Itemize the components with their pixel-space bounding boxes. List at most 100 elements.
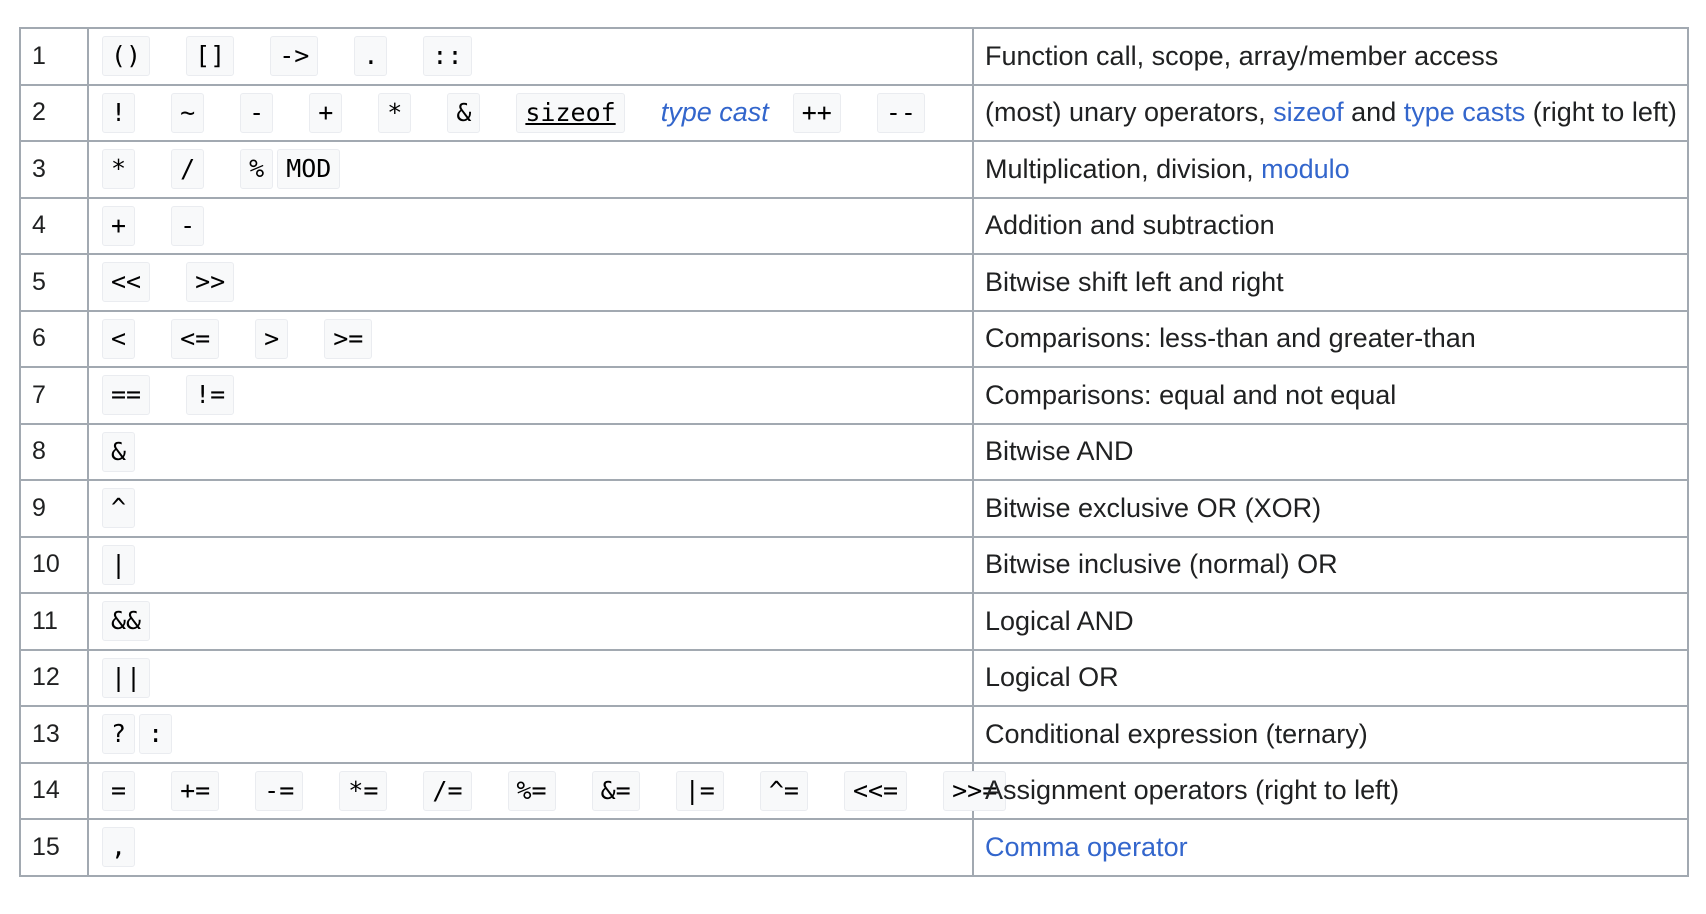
operator-token: ^= (759, 770, 808, 811)
operator-token: - (240, 92, 274, 133)
description-cell: Assignment operators (right to left) (972, 761, 1689, 820)
description-link[interactable]: modulo (1261, 154, 1350, 184)
table-row: 1 () [] ->.:: Function call, scope, array/me… (19, 27, 1689, 86)
operator-token: || (102, 657, 151, 698)
description-link[interactable]: Comma operator (985, 832, 1188, 862)
precedence-number: 2 (19, 83, 89, 142)
operator-precedence-table: 1()[] ->.:: Function call, scope, array/me… (19, 27, 1689, 877)
operator-token: += (171, 770, 220, 811)
operators-cell: == != (87, 366, 974, 425)
precedence-number: 12 (19, 648, 89, 707)
table-row: 4 + - Addition and subtraction (19, 196, 1689, 255)
operator-token: sizeof (516, 92, 625, 133)
operator-token: * (102, 149, 136, 190)
operator-token: && (102, 601, 151, 642)
operator-token: *= (339, 770, 388, 811)
operator-token: ! (102, 92, 136, 133)
operator-token: >= (324, 318, 373, 359)
operator-token: & (102, 431, 136, 472)
table-row: 14 = += -= *=/= %= &= |= ^= <<= >>= Assignment oper… (19, 761, 1689, 820)
operator-token: <= (171, 318, 220, 359)
operator-token: -> (270, 36, 319, 77)
operators-cell: | (87, 535, 974, 594)
operator-token: = (102, 770, 136, 811)
operator-token: ^ (102, 488, 136, 529)
operator-token: MOD (277, 149, 341, 190)
precedence-number: 10 (19, 535, 89, 594)
table-row: 6 < <= > >= Comparisons: less-than and greate… (19, 309, 1689, 368)
description-text: Function call, scope, array/member acces… (985, 40, 1499, 71)
table-row: 5 << >> Bitwise shift left and right (19, 253, 1689, 312)
description-text: Assignment operators (right to left) (985, 775, 1400, 806)
operator-token: == (102, 375, 151, 416)
precedence-number: 11 (19, 592, 89, 651)
operator-token: * (378, 92, 412, 133)
operator-token: + (102, 205, 136, 246)
operator-token: ++ (792, 92, 841, 133)
table-row: 3 * /% MOD Multiplication, division, modulo (19, 140, 1689, 199)
operator-token: () (102, 36, 151, 77)
description-text: Logical AND (985, 605, 1134, 636)
description-cell: Function call, scope, array/member acces… (972, 27, 1689, 86)
description-cell: Bitwise AND (972, 422, 1689, 481)
description-text: Bitwise shift left and right (985, 266, 1284, 297)
description-link[interactable]: sizeof (1273, 97, 1344, 127)
operator-token: : (139, 714, 173, 755)
operator-token: << (102, 262, 151, 303)
description-cell: Logical OR (972, 648, 1689, 707)
description-text: Comparisons: equal and not equal (985, 379, 1397, 410)
description-text: Bitwise inclusive (normal) OR (985, 549, 1338, 580)
table-row: 11 && Logical AND (19, 592, 1689, 651)
precedence-number: 15 (19, 818, 89, 877)
operator-token: |= (675, 770, 724, 811)
description-cell: Comma operator (972, 818, 1689, 877)
operator-token: &= (591, 770, 640, 811)
type-cast-link[interactable]: type cast (661, 97, 769, 128)
operator-token: , (102, 827, 136, 868)
description-text: Logical OR (985, 662, 1119, 693)
operator-token: <<= (843, 770, 908, 811)
operator-token: | (102, 544, 136, 585)
operator-token: ~ (171, 92, 205, 133)
operator-token: - (171, 205, 205, 246)
operator-token: %= (507, 770, 556, 811)
table-row: 12 || Logical OR (19, 648, 1689, 707)
description-cell: Comparisons: less-than and greater-than (972, 309, 1689, 368)
operator-token: -= (255, 770, 304, 811)
operator-token: [] (186, 36, 235, 77)
operators-cell: < <= > >= (87, 309, 974, 368)
operator-token: ? (102, 714, 136, 755)
precedence-number: 5 (19, 253, 89, 312)
operator-token: >> (186, 262, 235, 303)
description-link[interactable]: type casts (1404, 97, 1526, 127)
table-row: 8 & Bitwise AND (19, 422, 1689, 481)
description-cell: (most) unary operators, sizeof and type … (972, 83, 1689, 142)
operators-cell: ! ~ - + * & sizeof type cast ++ -- (87, 83, 974, 142)
precedence-number: 3 (19, 140, 89, 199)
description-text: (right to left) (1525, 97, 1677, 128)
operator-token: > (255, 318, 289, 359)
operators-cell: () [] ->.:: (87, 27, 974, 86)
description-text: Bitwise AND (985, 436, 1134, 467)
precedence-number: 6 (19, 309, 89, 368)
precedence-number: 7 (19, 366, 89, 425)
operators-cell: = += -= *=/= %= &= |= ^= <<= >>= (87, 761, 1007, 820)
operators-cell: << >> (87, 253, 974, 312)
description-cell: Comparisons: equal and not equal (972, 366, 1689, 425)
precedence-number: 4 (19, 196, 89, 255)
operators-cell: || (87, 648, 974, 707)
operator-token: & (447, 92, 481, 133)
description-text: Bitwise exclusive OR (XOR) (985, 492, 1322, 523)
operators-cell: & (87, 422, 974, 481)
description-cell: Conditional expression (ternary) (972, 705, 1689, 764)
description-cell: Bitwise shift left and right (972, 253, 1689, 312)
description-text: (most) unary operators, (985, 97, 1274, 128)
operator-token: % (240, 149, 274, 190)
operator-token: / (171, 149, 205, 190)
description-text: Comparisons: less-than and greater-than (985, 323, 1476, 354)
table-row: 2! ~ - + * & sizeof type cast ++ -- (most) unary o… (19, 83, 1689, 142)
operator-token: :: (423, 36, 472, 77)
table-row: 9 ^ Bitwise exclusive OR (XOR) (19, 479, 1689, 538)
operators-cell: ?: (87, 705, 974, 764)
table-row: 10 | Bitwise inclusive (normal) OR (19, 535, 1689, 594)
